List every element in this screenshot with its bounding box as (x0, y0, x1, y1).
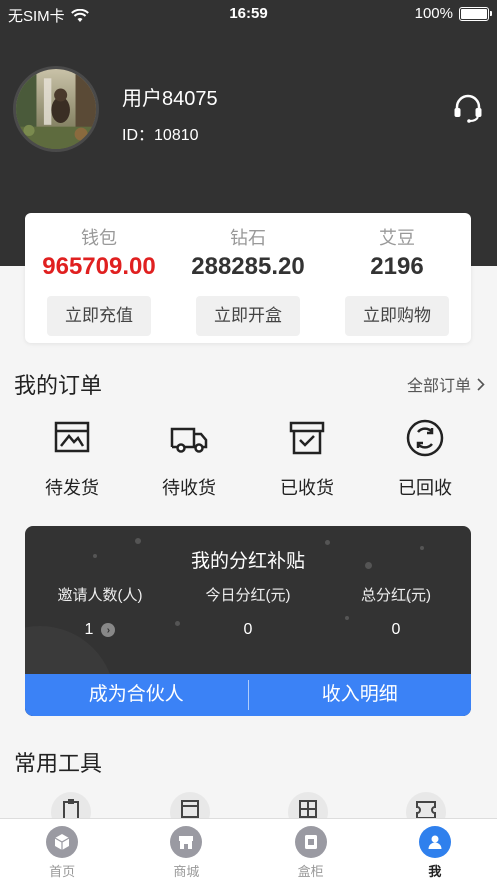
total-dividend-label: 总分红(元) (361, 587, 431, 604)
tab-bar: 首页 商城 盒柜 我 (0, 818, 497, 883)
order-pending-shipment[interactable]: 待发货 (22, 418, 122, 500)
tools-title: 常用工具 (14, 751, 103, 776)
user-id: ID：10810 (122, 121, 199, 145)
order-label: 已收货 (280, 478, 334, 498)
picture-box-icon (54, 421, 90, 453)
avatar[interactable] (13, 66, 99, 152)
arrow-right-circle-icon: › (101, 623, 116, 637)
aidou-value: 2196 (370, 253, 424, 280)
picture-tool-icon[interactable] (170, 792, 210, 818)
order-label: 已回收 (398, 478, 452, 498)
today-dividend-column: 今日分红(元) 0 (193, 584, 303, 639)
order-label: 待收货 (162, 478, 216, 498)
wallet-label: 钱包 (81, 228, 117, 248)
invite-count-column: 邀请人数(人) 1 › (45, 584, 155, 639)
income-details-button[interactable]: 收入明细 (249, 674, 472, 716)
diamond-label: 钻石 (230, 228, 266, 248)
total-dividend-column: 总分红(元) 0 (341, 584, 451, 639)
avatar-image (16, 69, 96, 149)
dividend-action-bar: 成为合伙人 收入明细 (25, 674, 471, 716)
box-cabinet-icon (294, 826, 327, 858)
clipboard-icon[interactable] (51, 792, 91, 818)
archive-box-icon (289, 421, 325, 455)
tab-me[interactable]: 我 (373, 819, 497, 883)
star-dot (175, 621, 180, 626)
aidou-label: 艾豆 (379, 228, 415, 248)
wallet-card: 钱包 965709.00 立即充值 钻石 288285.20 立即开盒 艾豆 2… (25, 213, 471, 343)
tab-label: 商城 (173, 864, 200, 879)
all-orders-label: 全部订单 (406, 378, 471, 395)
invite-count-label: 邀请人数(人) (57, 587, 143, 604)
shop-now-button[interactable]: 立即购物 (345, 296, 449, 336)
become-partner-button[interactable]: 成为合伙人 (25, 674, 248, 716)
tools-row (0, 792, 497, 818)
all-orders-link[interactable]: 全部订单 (407, 372, 485, 396)
tab-label: 我 (428, 864, 442, 879)
recycle-icon (406, 419, 444, 457)
today-dividend-label: 今日分红(元) (205, 587, 291, 604)
tab-mall[interactable]: 商城 (124, 819, 248, 883)
invite-count-value: 1 (84, 621, 94, 638)
battery-info: 100% (414, 5, 492, 22)
status-bar: 无SIM卡 16:59 100% (0, 0, 497, 28)
dividend-title: 我的分红补贴 (190, 551, 305, 572)
chevron-right-icon (477, 377, 485, 391)
grid-tool-icon[interactable] (288, 792, 328, 818)
star-dot (325, 540, 330, 545)
dividend-card: 我的分红补贴 邀请人数(人) 1 › 今日分红(元) 0 总分红(元) 0 成为… (25, 526, 471, 716)
invite-count-row[interactable]: 1 › (45, 621, 155, 639)
open-box-button[interactable]: 立即开盒 (196, 296, 300, 336)
customer-service-icon[interactable] (452, 92, 484, 124)
order-received[interactable]: 已收货 (257, 418, 357, 500)
star-dot (135, 538, 141, 544)
truck-icon (170, 427, 208, 453)
store-icon (170, 826, 203, 858)
tab-label: 首页 (49, 864, 76, 879)
recharge-button[interactable]: 立即充值 (47, 296, 151, 336)
wallet-balance-value: 965709.00 (42, 253, 156, 280)
tab-label: 盒柜 (297, 864, 324, 879)
user-id-label: ID： (122, 127, 155, 144)
ticket-tool-icon[interactable] (406, 792, 446, 818)
diamond-value: 288285.20 (191, 253, 305, 280)
user-icon (418, 826, 451, 858)
orders-title: 我的订单 (14, 373, 103, 398)
battery-percent: 100% (414, 5, 453, 22)
order-pending-receipt[interactable]: 待收货 (139, 418, 239, 500)
order-label: 待发货 (45, 478, 99, 498)
user-id-value: 10810 (154, 127, 199, 144)
total-dividend-value: 0 (391, 621, 401, 638)
tab-box-cabinet[interactable]: 盒柜 (249, 819, 373, 883)
battery-icon (459, 6, 492, 21)
username: 用户84075 (122, 88, 218, 110)
cube-icon (46, 826, 79, 858)
tab-home[interactable]: 首页 (0, 819, 124, 883)
order-recycled[interactable]: 已回收 (375, 418, 475, 500)
today-dividend-value: 0 (243, 621, 253, 638)
